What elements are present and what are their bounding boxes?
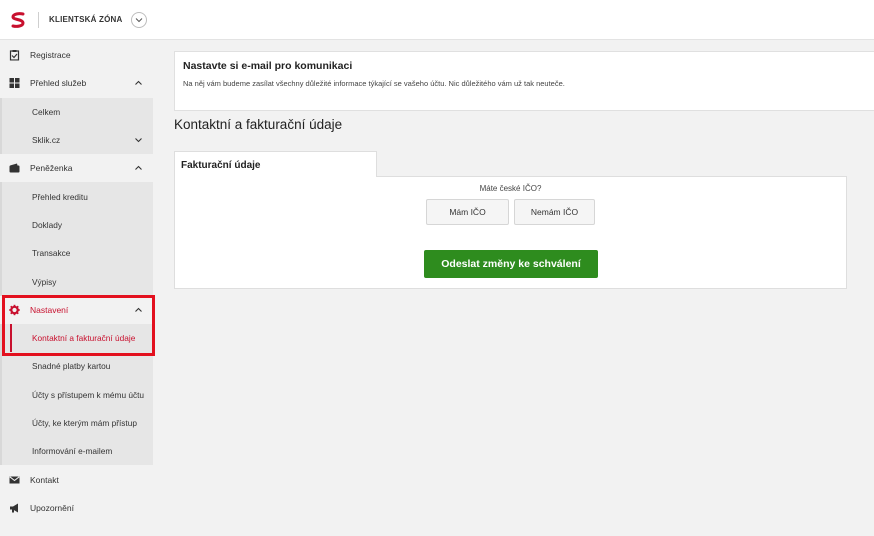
sidebar-item-label: Peněženka [30,163,73,174]
sidebar-item-nastaveni[interactable]: Nastavení [0,295,153,324]
chevron-down-icon[interactable] [134,136,143,145]
zone-switcher-button[interactable] [131,11,148,28]
top-bar: KLIENTSKÁ ZÓNA [0,0,874,40]
sidebar-item-label: Doklady [32,219,62,230]
sidebar-item-label: Výpisy [32,276,57,287]
ico-question: Máte české IČO? [479,184,542,193]
sidebar-item-label: Účty s přístupem k mému účtu [32,389,145,400]
sidebar-item-label: Účty, ke kterým mám přístup [32,418,137,428]
sidebar-item-label: Informování e-mailem [32,446,113,457]
megaphone-icon [9,502,20,513]
sidebar-item-ucty-ke-kterym[interactable]: Účty, ke kterým mám přístup [2,408,153,438]
sidebar-item-registrace[interactable]: Registrace [0,41,153,70]
sidebar-item-label: Celkem [32,106,61,117]
chevron-down-icon [136,17,143,22]
sidebar-item-label: Kontakt [30,474,59,485]
zone-label: KLIENTSKÁ ZÓNA [49,15,123,24]
sidebar-item-transakce[interactable]: Transakce [2,239,153,268]
tab-fakturacni-udaje[interactable]: Fakturační údaje [174,151,377,177]
sidebar-item-label: Snadné platby kartou [32,361,111,372]
page-title: Kontaktní a fakturační údaje [174,117,343,132]
sidebar-item-ucty-s-pristupem[interactable]: Účty s přístupem k mému účtu [2,380,153,409]
sidebar-item-upozorneni[interactable]: Upozornění [0,493,153,523]
sidebar-item-vypisy[interactable]: Výpisy [2,267,153,296]
gear-icon [9,304,20,316]
sidebar-item-label: Kontaktní a fakturační údaje [32,333,136,344]
email-notice-text: Na něj vám budeme zasílat všechny důleži… [183,79,565,88]
chevron-up-icon[interactable] [134,79,143,88]
sidebar-item-doklady[interactable]: Doklady [2,210,153,240]
sidebar-item-kontaktni-udaje[interactable]: Kontaktní a fakturační údaje [2,323,153,353]
sidebar-item-label: Přehled služeb [30,78,87,89]
header-divider [38,11,39,28]
sidebar-subgroup-penezenka: Přehled kreditu Doklady Transakce Výpisy [0,182,153,296]
sidebar-item-celkem[interactable]: Celkem [2,97,153,126]
sidebar-subgroup-sluzby: Celkem Sklik.cz [0,97,153,155]
sidebar-item-label: Registrace [30,50,71,61]
sidebar-item-label: Upozornění [30,502,74,513]
billing-panel: Máte české IČO? Mám IČO Nemám IČO Odesla… [174,176,847,289]
sidebar-item-sklik[interactable]: Sklik.cz [2,125,153,155]
have-ico-button[interactable]: Mám IČO [426,199,509,225]
active-item-indicator [10,324,12,352]
sidebar-item-label: Transakce [32,248,71,259]
sidebar-subgroup-nastaveni: Kontaktní a fakturační údaje Snadné plat… [0,323,153,466]
sidebar-item-label: Přehled kreditu [32,191,88,202]
submit-changes-button[interactable]: Odeslat změny ke schválení [424,250,598,278]
sidebar-item-prehled-sluzeb[interactable]: Přehled služeb [0,69,153,98]
sidebar-item-penezenka[interactable]: Peněženka [0,154,153,183]
chevron-up-icon[interactable] [134,164,143,173]
email-notice-card: Nastavte si e-mail pro komunikaci Na něj… [174,51,874,111]
seznam-logo-icon[interactable] [10,11,26,29]
clipboard-check-icon [9,50,20,61]
sidebar-item-label: Sklik.cz [32,135,61,146]
no-ico-button[interactable]: Nemám IČO [514,199,595,225]
sidebar: Registrace Přehled služeb Celkem Sklik.c… [0,41,153,536]
email-notice-title: Nastavte si e-mail pro komunikaci [183,60,353,72]
sidebar-item-kontakt[interactable]: Kontakt [0,465,153,494]
sidebar-item-prehled-kreditu[interactable]: Přehled kreditu [2,182,153,211]
sidebar-item-label: Nastavení [30,304,69,315]
envelope-icon [9,474,20,485]
chevron-up-icon[interactable] [134,305,143,314]
grid-icon [9,78,20,89]
sidebar-item-informovani-emailem[interactable]: Informování e-mailem [2,437,153,466]
sidebar-item-snadne-platby[interactable]: Snadné platby kartou [2,352,153,381]
wallet-icon [9,163,20,174]
